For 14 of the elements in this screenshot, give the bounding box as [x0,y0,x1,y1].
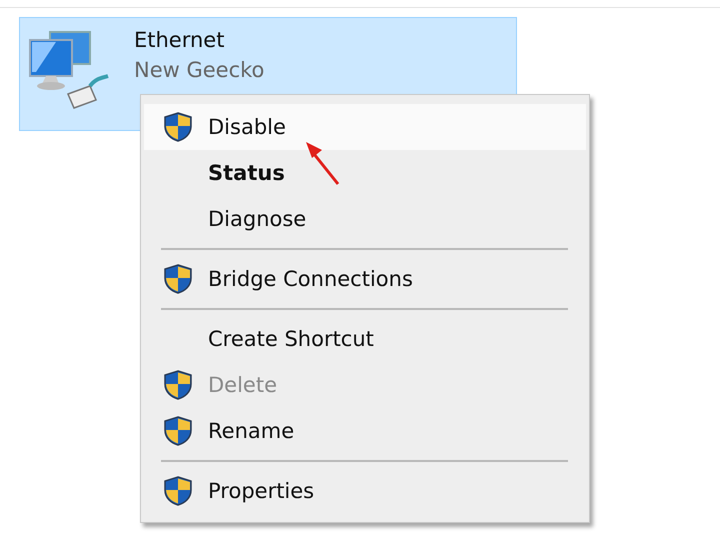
shield-icon [162,369,194,401]
shield-icon [162,475,194,507]
menu-item[interactable]: Rename [144,408,586,454]
menu-item[interactable]: Bridge Connections [144,256,586,302]
adapter-name: Ethernet [134,28,226,52]
menu-item[interactable]: Diagnose [144,196,586,242]
menu-item[interactable]: Properties [144,468,586,514]
shield-icon [162,111,194,143]
menu-item[interactable]: Status [144,150,586,196]
network-name: New Geecko [134,58,264,82]
menu-item[interactable]: Disable [144,104,586,150]
menu-item[interactable]: Create Shortcut [144,316,586,362]
shield-icon [162,415,194,447]
shield-icon [162,263,194,295]
